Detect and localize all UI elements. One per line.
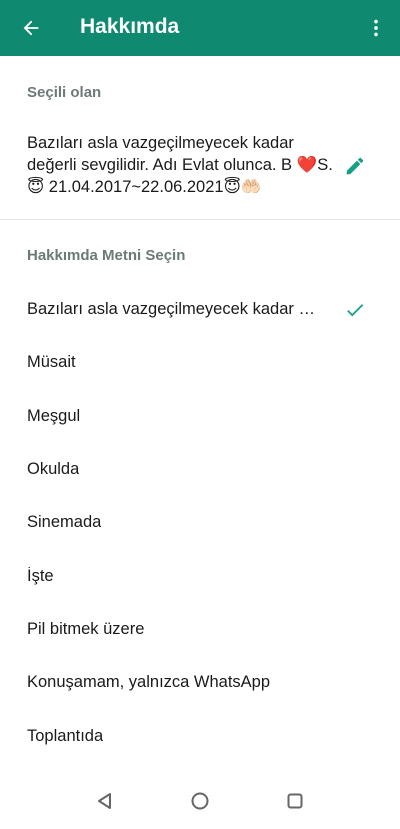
system-nav-bar bbox=[0, 774, 400, 829]
check-icon bbox=[347, 304, 364, 317]
more-options-button[interactable] bbox=[360, 12, 392, 44]
divider bbox=[0, 219, 400, 220]
about-option-item[interactable]: Meşgul bbox=[0, 390, 400, 443]
about-options-list: Bazıları asla vazgeçilmeyecek kadar değe… bbox=[0, 283, 400, 763]
about-option-item[interactable]: Müsait bbox=[0, 336, 400, 389]
current-section-label: Seçili olan bbox=[27, 84, 102, 101]
about-option-label: Sinemada bbox=[27, 513, 102, 532]
about-option-label: İşte bbox=[27, 566, 54, 585]
nav-home-icon[interactable] bbox=[187, 788, 213, 814]
about-option-label: Meşgul bbox=[27, 406, 81, 425]
about-option-item[interactable]: Okulda bbox=[0, 443, 400, 496]
more-vert-icon bbox=[374, 19, 378, 37]
about-option-item[interactable]: İşte bbox=[0, 549, 400, 602]
arrow-back-icon bbox=[23, 20, 39, 36]
edit-button[interactable] bbox=[344, 155, 366, 177]
current-about[interactable]: Bazıları asla vazgeçilmeyecek kadar değe… bbox=[0, 120, 400, 218]
about-option-item[interactable]: Pil bitmek üzere bbox=[0, 603, 400, 656]
about-option-label: Pil bitmek üzere bbox=[27, 619, 145, 638]
options-section-label: Hakkımda Metni Seçin bbox=[27, 247, 186, 264]
about-option-label: Konuşamam, yalnızca WhatsApp bbox=[27, 673, 271, 692]
about-option-item[interactable]: Toplantıda bbox=[0, 709, 400, 762]
about-option-label: Bazıları asla vazgeçilmeyecek kadar değe… bbox=[27, 300, 323, 319]
nav-back-icon[interactable] bbox=[92, 788, 118, 814]
about-option-item[interactable]: Konuşamam, yalnızca WhatsApp bbox=[0, 656, 400, 709]
app-bar: Hakkımda bbox=[0, 0, 400, 56]
about-option-label: Okulda bbox=[27, 460, 80, 479]
page-title: Hakkımda bbox=[80, 15, 180, 38]
pencil-icon bbox=[346, 157, 364, 175]
current-about-text: Bazıları asla vazgeçilmeyecek kadar değe… bbox=[27, 134, 333, 196]
nav-recents-icon[interactable] bbox=[282, 788, 308, 814]
back-button[interactable] bbox=[14, 12, 48, 44]
about-option-item[interactable]: Sinemada bbox=[0, 496, 400, 549]
about-option-label: Toplantıda bbox=[27, 726, 104, 745]
about-option-item[interactable]: Bazıları asla vazgeçilmeyecek kadar değe… bbox=[0, 283, 400, 336]
about-option-label: Müsait bbox=[27, 353, 76, 372]
